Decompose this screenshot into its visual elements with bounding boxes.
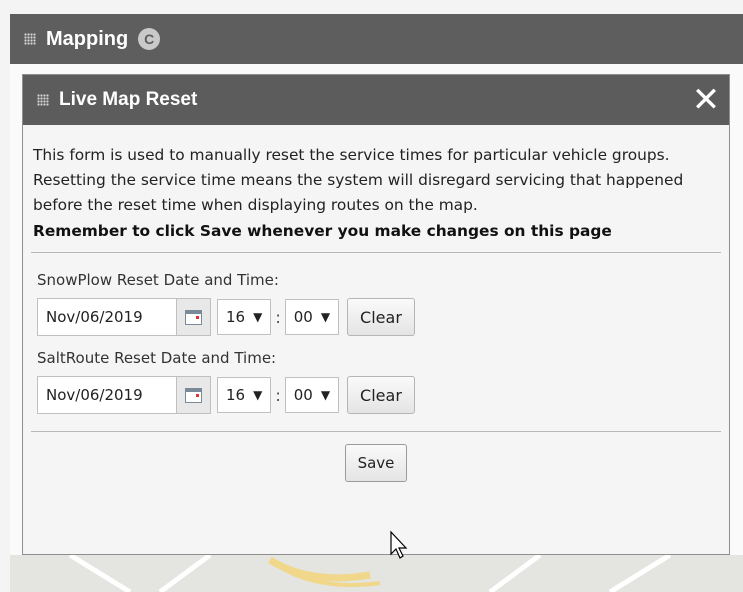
drag-grip-icon[interactable]: [37, 94, 49, 106]
save-area: Save: [23, 444, 729, 482]
saltroute-label: SaltRoute Reset Date and Time:: [37, 349, 277, 367]
saltroute-row: 16 ▼ : 00 ▼ Clear: [37, 375, 729, 415]
saltroute-date-input[interactable]: [37, 376, 177, 414]
drag-grip-icon[interactable]: [24, 33, 36, 45]
saltroute-clear-button[interactable]: Clear: [347, 376, 415, 414]
panel-header: Live Map Reset ✕: [23, 75, 729, 125]
snowplow-minute-select[interactable]: 00 ▼: [284, 299, 340, 335]
hour-value: 16: [226, 386, 246, 404]
save-button[interactable]: Save: [344, 444, 408, 482]
minute-value: 00: [293, 386, 313, 404]
snowplow-row: 16 ▼ : 00 ▼ Clear: [37, 297, 729, 337]
divider: [31, 431, 721, 432]
saltroute-hour-select[interactable]: 16 ▼: [217, 377, 272, 413]
divider: [31, 252, 721, 253]
hour-value: 16: [226, 308, 246, 326]
snowplow-date-input[interactable]: [37, 298, 177, 336]
map-background[interactable]: [10, 555, 743, 592]
close-icon[interactable]: ✕: [689, 83, 723, 117]
saltroute-section: SaltRoute Reset Date and Time: 16 ▼ : 00…: [37, 349, 729, 415]
map-roads-graphic: [68, 555, 672, 592]
live-map-reset-panel: Live Map Reset ✕ This form is used to ma…: [22, 74, 730, 555]
c-circle-icon[interactable]: C: [138, 28, 161, 50]
dropdown-arrow-icon: ▼: [253, 310, 263, 324]
minute-value: 00: [293, 308, 313, 326]
mapping-title: Mapping: [46, 27, 129, 50]
snowplow-hour-select[interactable]: 16 ▼: [217, 299, 272, 335]
dropdown-arrow-icon: ▼: [320, 388, 331, 402]
calendar-icon[interactable]: [177, 298, 211, 336]
time-separator: :: [275, 307, 281, 327]
calendar-icon[interactable]: [177, 376, 211, 414]
saltroute-minute-select[interactable]: 00 ▼: [284, 377, 340, 413]
snowplow-section: SnowPlow Reset Date and Time: 16 ▼ : 00 …: [37, 271, 729, 337]
save-reminder: Remember to click Save whenever you make…: [33, 222, 612, 240]
dropdown-arrow-icon: ▼: [320, 310, 331, 324]
snowplow-clear-button[interactable]: Clear: [347, 298, 415, 336]
mouse-pointer-icon: [390, 530, 408, 559]
dropdown-arrow-icon: ▼: [253, 388, 263, 402]
snowplow-label: SnowPlow Reset Date and Time:: [37, 271, 279, 289]
time-separator: :: [275, 385, 281, 405]
description-text: This form is used to manually reset the …: [33, 146, 684, 214]
mapping-header: Mapping C: [10, 14, 743, 64]
panel-title: Live Map Reset: [59, 89, 198, 110]
